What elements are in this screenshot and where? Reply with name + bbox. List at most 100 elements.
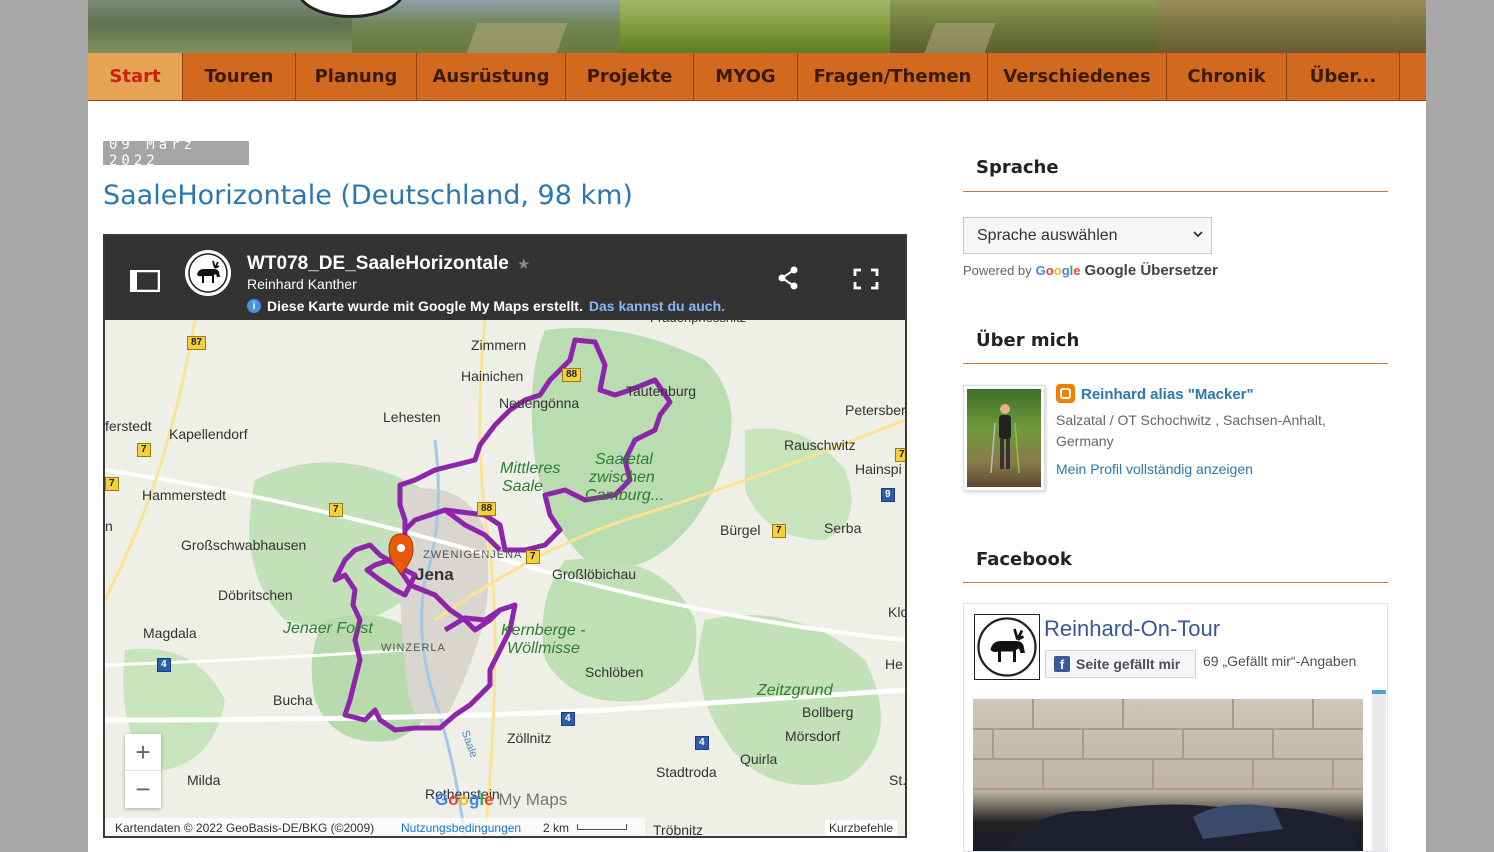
map-park-label: Saale (502, 478, 543, 495)
map-park-label: Camburg... (585, 487, 665, 504)
moose-icon (977, 617, 1037, 677)
share-icon[interactable] (777, 266, 799, 290)
profile-location: Salzatal / OT Schochwitz , Sachsen-Anhal… (1056, 412, 1326, 449)
map-scale-label: 2 km (543, 821, 570, 835)
map-place-label: Magdala (143, 625, 197, 641)
google-my-maps-logo: Google My Maps (435, 790, 568, 809)
road-shield: 4 (157, 658, 171, 672)
legend-panel-icon[interactable] (130, 270, 160, 292)
nav-item-projekte[interactable]: Projekte (566, 53, 694, 100)
map-owner-avatar (185, 250, 231, 296)
stone-wall-photo (973, 699, 1363, 851)
profile-name-link[interactable]: Reinhard alias "Macker" (1081, 386, 1254, 403)
map-district-label: ZWENIGENJENA (423, 549, 523, 561)
map-canvas[interactable]: Frauenpriessnitz Zimmern Hainichen Neuen… (105, 310, 907, 836)
map-place-label: Döbritschen (218, 587, 293, 603)
header-photo (1158, 0, 1426, 53)
blogger-icon (1056, 384, 1075, 403)
map-place-label: Hainspi (855, 461, 902, 477)
nav-item-chronik[interactable]: Chronik (1167, 53, 1287, 100)
moose-icon (188, 253, 228, 293)
road-shield: 7 (895, 448, 905, 462)
google-logo: Google (1035, 263, 1081, 278)
map-terms-link[interactable]: Nutzungsbedingungen (401, 821, 521, 835)
nav-item-ausruestung[interactable]: Ausrüstung (417, 53, 566, 100)
road-shield: 4 (695, 736, 709, 750)
map-place-label: Frauenpriessnitz (650, 310, 747, 325)
map-place-label: Stadtroda (656, 764, 717, 780)
map-place-label: n (105, 518, 113, 534)
nav-item-ueber[interactable]: Über... (1287, 53, 1400, 100)
map-park-label: zwischen (589, 469, 655, 486)
zoom-control: + − (125, 734, 161, 808)
map-place-label: Hammerstedt (142, 487, 227, 503)
map-place-label: St. (889, 772, 907, 788)
map-park-label: Saaletal (595, 451, 653, 468)
profile-photo[interactable] (963, 385, 1045, 491)
nav-item-myog[interactable]: MYOG (694, 53, 798, 100)
map-place-label: ferstedt (105, 418, 152, 434)
zoom-in-button[interactable]: + (125, 734, 161, 771)
sidebar-heading-language: Sprache (976, 157, 1059, 178)
page: Start Touren Planung Ausrüstung Projekte… (88, 0, 1426, 852)
map-place-label: Klo (888, 604, 907, 620)
road-shield: 7 (772, 524, 786, 538)
nav-item-start[interactable]: Start (88, 53, 183, 100)
map-place-label: Rauschwitz (784, 437, 856, 453)
full-profile-link[interactable]: Mein Profil vollständig anzeigen (1056, 461, 1253, 477)
map-place-label: Quirla (740, 751, 778, 767)
map-place-label: Lehesten (383, 409, 441, 425)
map-place-label: Schlöben (585, 664, 644, 680)
map-district-label: WINZERLA (381, 642, 446, 654)
nav-item-touren[interactable]: Touren (183, 53, 296, 100)
road-shield: 7 (105, 477, 119, 491)
post-title[interactable]: SaaleHorizontale (Deutschland, 98 km) (103, 180, 633, 211)
road-shield: 7 (137, 443, 151, 457)
map-embed[interactable]: WT078_DE_SaaleHorizontale ★ Reinhard Kan… (103, 234, 907, 838)
map-place-label: Großlöbichau (552, 566, 637, 582)
powered-by-label: Powered by (963, 263, 1032, 278)
map-park-label: Jenaer Forst (283, 620, 373, 637)
powered-by-google: Powered by Google Google Übersetzer (963, 262, 1218, 279)
map-place-label: Bürgel (720, 522, 761, 538)
road-shield: 9 (881, 488, 895, 502)
road-shield: 4 (561, 712, 575, 726)
map-place-label: Zimmern (471, 337, 527, 353)
map-place-label: Neuengönna (499, 395, 580, 411)
language-select[interactable]: Sprache auswählen (963, 217, 1212, 254)
map-place-label: Hainichen (461, 368, 524, 384)
road-shield: 87 (187, 336, 207, 350)
facebook-like-count: 69 „Gefällt mir“-Angaben (1203, 653, 1357, 669)
header-banner (88, 0, 1426, 53)
language-select-value: Sprache auswählen (977, 226, 1118, 244)
map-city-label: Jena (415, 565, 454, 584)
facebook-page-avatar[interactable] (974, 614, 1040, 680)
map-park-label: Mittleres (500, 460, 561, 477)
nav-item-fragen-themen[interactable]: Fragen/Themen (798, 53, 988, 100)
map-info-text: Diese Karte wurde mit Google My Maps ers… (267, 298, 583, 314)
road-shield: 88 (562, 368, 582, 382)
fullscreen-icon[interactable] (853, 268, 879, 290)
map-place-label: Milda (187, 772, 221, 788)
map-author: Reinhard Kanther (247, 276, 357, 292)
sidebar-divider (963, 363, 1388, 364)
star-icon[interactable]: ★ (517, 255, 530, 273)
facebook-like-button[interactable]: f Seite gefällt mir (1045, 650, 1196, 678)
map-place-label: Petersberg (845, 402, 907, 418)
facebook-icon: f (1054, 656, 1070, 672)
main-nav: Start Touren Planung Ausrüstung Projekte… (88, 53, 1426, 101)
keyboard-shortcuts-button[interactable]: Kurzbefehle (825, 820, 898, 836)
map-scale-bar (577, 824, 627, 830)
map-place-label: Bollberg (802, 704, 854, 720)
like-button-label: Seite gefällt mir (1076, 656, 1181, 672)
google-translate-link[interactable]: Google Übersetzer (1085, 262, 1218, 279)
facebook-page-name[interactable]: Reinhard-On-Tour (1044, 616, 1220, 642)
info-icon: i (247, 299, 261, 313)
facebook-feed-image[interactable] (973, 699, 1363, 851)
map-place-label: Kapellendorf (169, 426, 248, 442)
feed-scrollbar[interactable] (1372, 690, 1386, 851)
chevron-down-icon (1193, 231, 1203, 238)
nav-item-planung[interactable]: Planung (296, 53, 417, 100)
zoom-out-button[interactable]: − (125, 771, 161, 808)
nav-item-verschiedenes[interactable]: Verschiedenes (988, 53, 1167, 100)
